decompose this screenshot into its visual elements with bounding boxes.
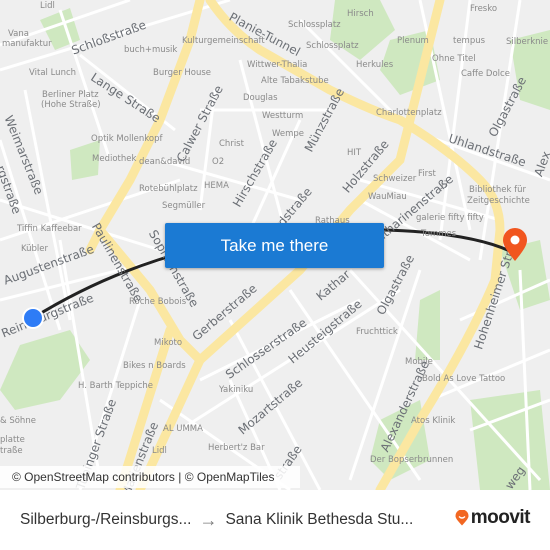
poi-label: Herkules [356,60,394,70]
map-attribution[interactable]: © OpenStreetMap contributors | © OpenMap… [0,466,300,488]
poi-label: Silberknie [506,37,549,47]
origin-marker[interactable] [20,305,46,331]
poi-label: Christ [219,139,244,149]
poi-label: Hirsch [347,9,374,19]
poi-label: Wempe [272,129,305,139]
arrow-right-icon: → [199,509,218,530]
poi-label: O2 [212,157,225,167]
poi-label: Schlossplatz [306,41,359,51]
poi-label: Fruchttick [356,327,398,337]
poi-label: Charlottenplatz [376,108,442,118]
poi-label: Rotebühlplatz [139,184,198,194]
poi-label: Mediothek [92,154,137,164]
poi-label: (Hohe Straße) [41,100,101,110]
poi-label: Vital Lunch [29,68,77,78]
poi-label: Kübler [21,244,49,254]
poi-label: H. Barth Teppiche [78,381,154,391]
poi-label: traße [0,446,23,456]
destination-name: Sana Klinik Bethesda Stu... [225,511,414,528]
moovit-wordmark: moovit [470,507,531,528]
poi-label: Bikes n Boards [123,361,186,371]
map-canvas[interactable]: Lidl Vana manufaktur buch+musik Kulturgemein… [0,0,550,490]
poi-label: Mikoto [154,338,183,348]
poi-label: Douglas [243,93,278,103]
poi-label: Alte Tabakstube [261,76,329,86]
poi-label: Caffe Dolce [461,69,510,79]
take-me-there-button[interactable]: Take me there [165,223,384,268]
poi-label: Lidl [152,446,167,456]
poi-label: Lidl [40,1,55,11]
poi-label: AL UMMA [163,424,203,434]
poi-label: Wittwer-Thalia [247,60,308,70]
moovit-logo[interactable]: moovit [455,507,531,529]
poi-label: Plenum [397,36,429,46]
poi-label: Westturm [262,111,304,121]
origin-name: Silberburg-/Reinsburgs... [20,511,192,528]
poi-label: galerie fifty fifty [416,213,484,223]
poi-label: Segmüller [162,201,206,211]
poi-label: Bold As Love Tattoo [422,374,506,384]
poi-label: First [418,169,436,179]
poi-label: Ohne Titel [432,54,476,64]
poi-label: Herbert'z Bar [208,443,265,453]
poi-label: Der Bopserbrunnen [370,455,454,465]
poi-label: WauMiau [368,192,407,202]
park-area [415,290,440,360]
poi-label: manufaktur [2,39,52,49]
poi-label: & Söhne [0,416,36,426]
poi-label: Schlossplatz [288,20,341,30]
poi-label: Schweizer [373,174,417,184]
poi-label: tempus [453,36,486,46]
poi-label: Burger House [153,68,212,78]
destination-pin-icon[interactable] [502,228,528,262]
poi-label: Yakiniku [219,385,254,395]
moovit-pin-icon [455,510,469,526]
poi-label: Zeitgeschichte [467,196,530,206]
poi-label: buch+musik [124,45,178,55]
poi-label: Bibliothek für [469,185,526,195]
poi-label: Atos Klinik [411,416,456,426]
poi-label: HIT [347,148,362,158]
poi-label: Berliner Platz [42,90,99,100]
poi-label: platte [0,435,25,445]
poi-label: HEMA [204,181,229,191]
poi-label: Fresko [470,4,498,14]
poi-label: Optik Mollenkopf [91,134,163,144]
poi-label: Kulturgemeinschaft [182,36,265,46]
poi-label: Tiffin Kaffeebar [17,224,82,234]
poi-label: Vana [8,29,29,39]
poi-label: Tommes [421,229,457,239]
